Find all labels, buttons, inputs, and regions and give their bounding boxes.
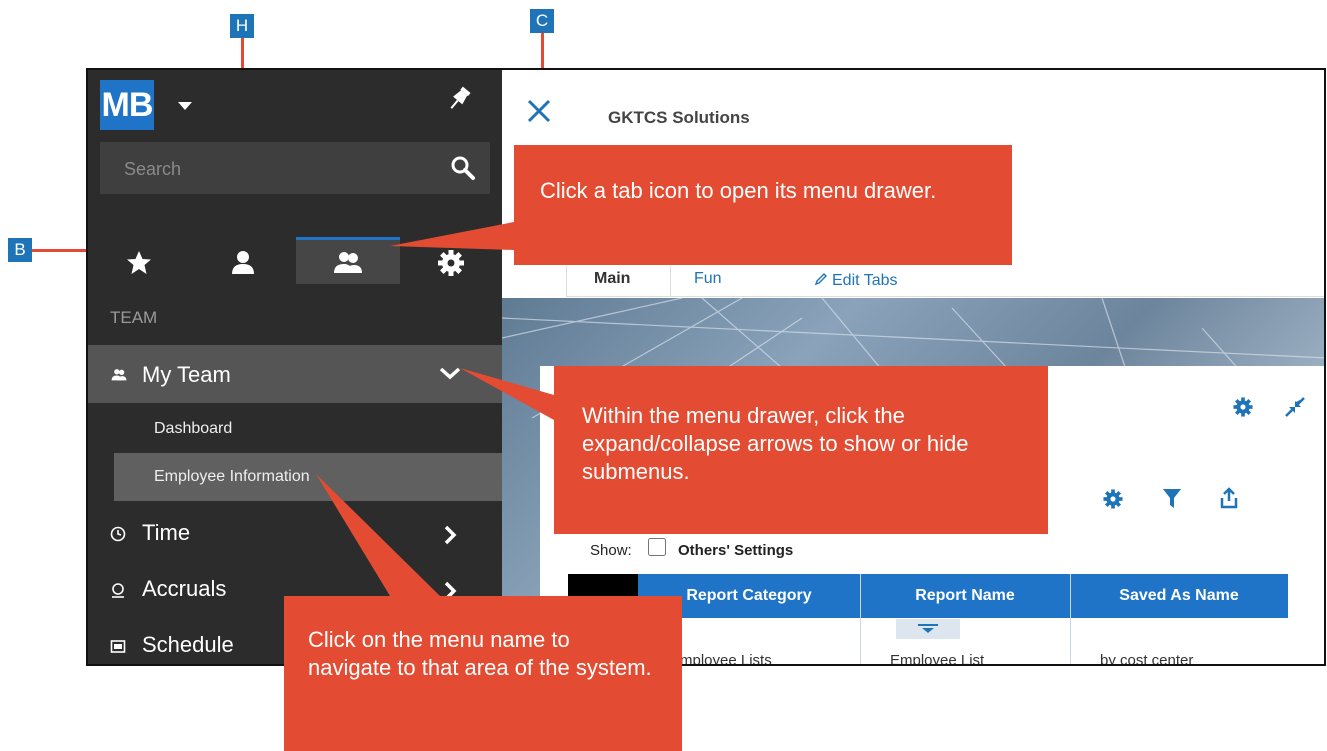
pointer-tab: [390, 222, 514, 250]
callout-menu-name: Click on the menu name to navigate to th…: [284, 596, 682, 751]
pointer-name: [316, 474, 440, 596]
callout-expand-collapse: Within the menu drawer, click the expand…: [554, 366, 1048, 534]
callout-tab-icon: Click a tab icon to open its menu drawer…: [514, 145, 1012, 265]
pointer-expand: [460, 368, 554, 420]
